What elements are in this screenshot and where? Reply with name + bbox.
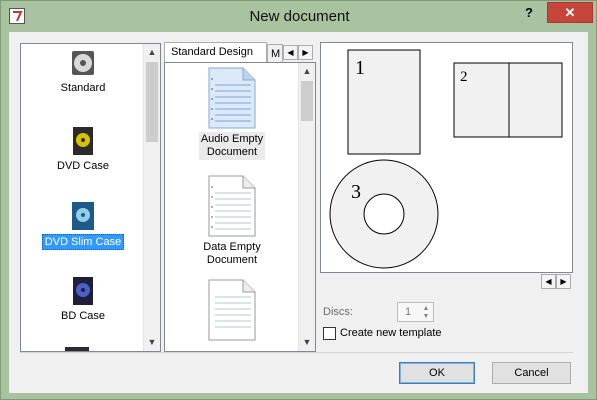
window-title: New document <box>249 8 350 25</box>
document-list-scrollbar[interactable]: ▲ ▼ <box>298 63 315 351</box>
tab-standard-design[interactable]: Standard Design <box>164 42 267 62</box>
scroll-thumb[interactable] <box>146 62 158 142</box>
scroll-down-icon[interactable]: ▼ <box>299 334 315 351</box>
spin-down-icon[interactable]: ▼ <box>419 312 433 321</box>
create-template-checkbox[interactable] <box>323 327 336 340</box>
data-doc-label-1: Data Empty <box>203 241 261 253</box>
scroll-thumb[interactable] <box>301 81 313 121</box>
tab-scroll-buttons: ◀ ▶ <box>283 45 314 60</box>
tab-left-icon[interactable]: ◀ <box>283 45 298 60</box>
case-list-scrollbar[interactable]: ▲ ▼ <box>143 44 160 351</box>
discs-label: Discs: <box>323 306 353 318</box>
case-type-list[interactable]: Standard DVD Case DVD Slim Case BD Case … <box>20 43 161 352</box>
preview-label-2: 2 <box>460 69 468 85</box>
tab-right-icon[interactable]: ▶ <box>298 45 313 60</box>
preview-hscrollbar[interactable]: ◀ ▶ <box>321 273 573 290</box>
list-item-document[interactable] <box>175 279 289 344</box>
discs-spinner[interactable]: 1 ▲ ▼ <box>397 302 434 322</box>
data-doc-label-2: Document <box>206 254 258 266</box>
cancel-button[interactable]: Cancel <box>492 362 571 384</box>
scroll-left-icon[interactable]: ◀ <box>541 274 556 289</box>
preview-label-1: 1 <box>355 57 365 79</box>
preview-label-3: 3 <box>351 181 361 203</box>
scroll-down-icon[interactable]: ▼ <box>144 334 160 351</box>
discs-value[interactable]: 1 <box>398 306 418 318</box>
scroll-up-icon[interactable]: ▲ <box>299 63 315 80</box>
close-button[interactable]: ✕ <box>547 2 593 23</box>
data-document-icon <box>208 175 256 237</box>
list-item-dvd-slim-case[interactable]: DVD Slim Case <box>21 201 145 250</box>
create-template-label[interactable]: Create new template <box>340 327 442 339</box>
list-item-data-empty-document[interactable]: Data Empty Document <box>175 175 289 268</box>
preview-part-2b <box>508 62 563 138</box>
title-bar[interactable]: New document ? ✕ <box>1 1 596 32</box>
list-item-audio-empty-document[interactable]: Audio Empty Document <box>175 67 289 160</box>
layout-preview: 1 2 3 <box>320 42 573 273</box>
audio-document-icon <box>208 67 256 129</box>
help-button[interactable]: ? <box>519 3 539 23</box>
cd-disc-icon <box>72 51 94 75</box>
scroll-up-icon[interactable]: ▲ <box>144 44 160 61</box>
audio-doc-label-2: Document <box>206 146 258 158</box>
divider <box>20 352 573 353</box>
preview-disc-hole <box>363 193 405 235</box>
preview-diagram: 1 2 3 <box>329 49 563 269</box>
scroll-right-icon[interactable]: ▶ <box>556 274 571 289</box>
dialog-client-area: Standard DVD Case DVD Slim Case BD Case … <box>9 32 588 393</box>
list-item-dvd-case[interactable]: DVD Case <box>21 126 145 173</box>
list-item-bd-case[interactable]: BD Case <box>21 276 145 323</box>
new-document-dialog: New document ? ✕ Standard DVD Case DVD S… <box>0 0 597 400</box>
document-template-list[interactable]: Audio EmptyDocument Data EmptyDocument <box>164 62 316 352</box>
tab-more[interactable]: M <box>267 44 283 62</box>
document-icon <box>208 279 256 341</box>
dvd-case-icon <box>73 127 93 155</box>
ok-button[interactable]: OK <box>399 362 475 384</box>
list-item-standard[interactable]: Standard <box>21 50 145 95</box>
bd-case-icon <box>73 277 93 305</box>
audio-doc-label-1: Audio Empty <box>200 133 264 145</box>
dvd-slim-case-icon <box>72 202 94 230</box>
